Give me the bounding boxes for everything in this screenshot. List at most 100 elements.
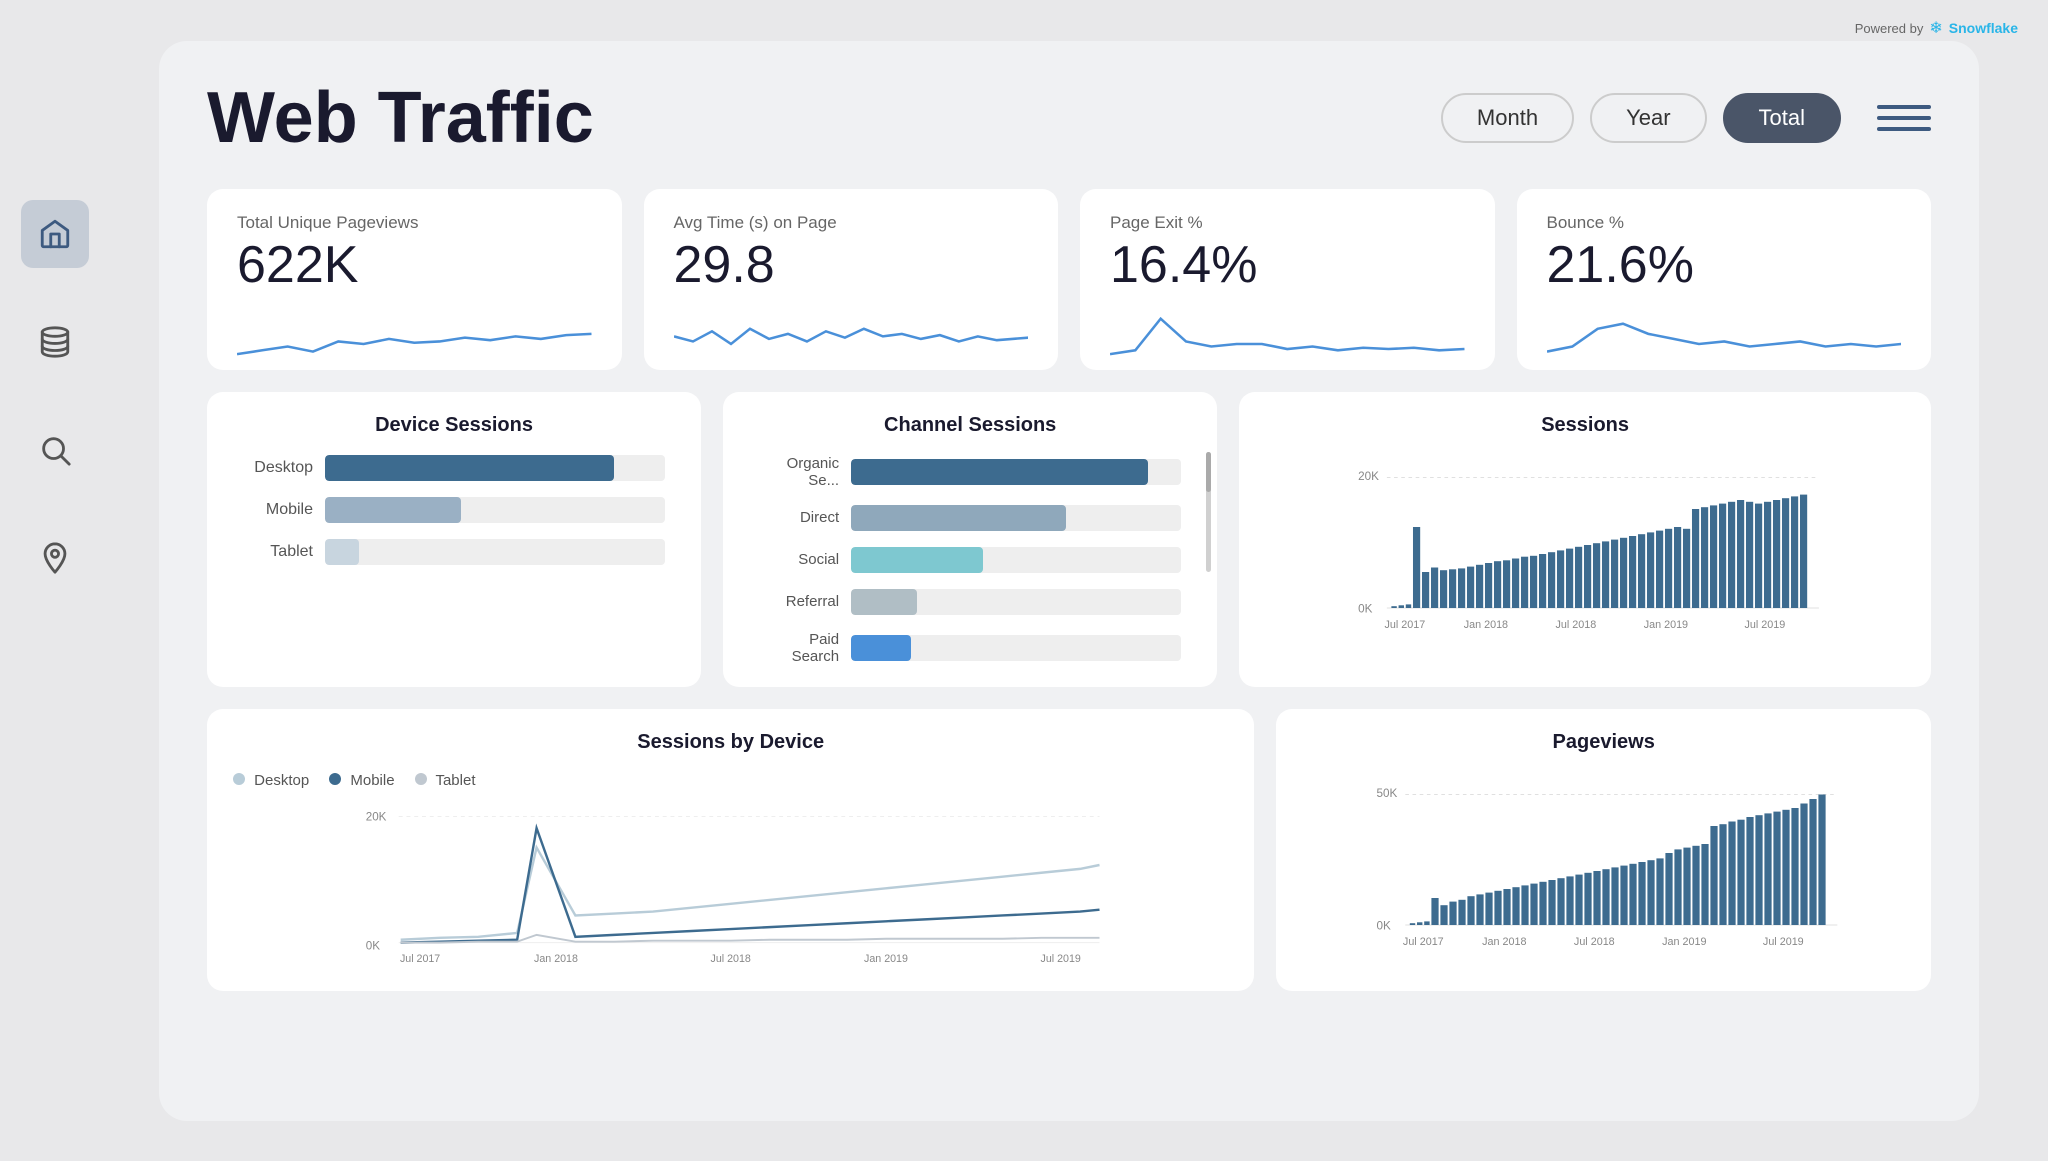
kpi-avgtime-label: Avg Time (s) on Page bbox=[674, 213, 1029, 233]
svg-text:20K: 20K bbox=[366, 810, 387, 823]
sessions-by-device-card: Sessions by Device Desktop Mobile Tablet… bbox=[207, 709, 1254, 991]
hbar-tablet-label: Tablet bbox=[243, 543, 313, 561]
sparkline-bounce-svg bbox=[1547, 306, 1902, 367]
filter-total[interactable]: Total bbox=[1723, 93, 1841, 143]
kpi-bounce-value: 21.6% bbox=[1547, 237, 1902, 294]
pageviews-card: Pageviews 50K 0K bbox=[1276, 709, 1931, 991]
legend-tablet: Tablet bbox=[415, 772, 476, 789]
kpi-bounce-sparkline bbox=[1547, 306, 1902, 354]
sidebar bbox=[0, 0, 110, 1161]
sidebar-item-database[interactable] bbox=[21, 308, 89, 376]
kpi-avgtime-sparkline bbox=[674, 306, 1029, 354]
brand-name: snowflake bbox=[1949, 20, 2018, 36]
kpi-pageviews-sparkline bbox=[237, 306, 592, 354]
kpi-pageexit-value: 16.4% bbox=[1110, 237, 1465, 294]
hbar-referral-fill bbox=[851, 589, 917, 615]
page-title: Web Traffic bbox=[207, 77, 1441, 159]
home-icon bbox=[38, 217, 72, 251]
svg-text:Jul 2018: Jul 2018 bbox=[1556, 618, 1597, 630]
kpi-pageexit-label: Page Exit % bbox=[1110, 213, 1465, 233]
database-icon bbox=[38, 325, 72, 359]
kpi-bounce: Bounce % 21.6% bbox=[1517, 189, 1932, 370]
device-sessions-title: Device Sessions bbox=[233, 414, 675, 437]
location-icon bbox=[38, 541, 72, 575]
charts-row: Device Sessions Desktop Mobile Tablet bbox=[207, 392, 1931, 687]
legend-dot-tablet bbox=[415, 773, 427, 785]
kpi-avgtime-value: 29.8 bbox=[674, 237, 1029, 294]
legend-tablet-label: Tablet bbox=[435, 772, 475, 789]
powered-by-text: Powered by bbox=[1855, 21, 1924, 36]
hbar-mobile-track bbox=[325, 497, 665, 523]
kpi-row: Total Unique Pageviews 622K Avg Time (s)… bbox=[207, 189, 1931, 370]
svg-text:Jan 2019: Jan 2019 bbox=[864, 953, 908, 964]
channel-sessions-bars: Organic Se... Direct Social bbox=[749, 455, 1191, 665]
svg-text:Jul 2019: Jul 2019 bbox=[1745, 618, 1786, 630]
hbar-paidsearch-track bbox=[851, 635, 1181, 661]
kpi-pageviews-value: 622K bbox=[237, 237, 592, 294]
sessions-by-device-chart: 20K 0K Jul 2017 Jan 2018 Jul 2018 Jan 20… bbox=[233, 799, 1228, 964]
svg-text:Jul 2017: Jul 2017 bbox=[400, 953, 440, 964]
sparkline-svg bbox=[237, 306, 592, 367]
svg-text:50K: 50K bbox=[1377, 787, 1398, 800]
svg-text:0K: 0K bbox=[1358, 602, 1373, 615]
hbar-referral-track bbox=[851, 589, 1181, 615]
kpi-avgtime: Avg Time (s) on Page 29.8 bbox=[644, 189, 1059, 370]
snowflake-icon: ❄ bbox=[1929, 18, 1942, 38]
sidebar-item-home[interactable] bbox=[21, 200, 89, 268]
svg-text:Jul 2019: Jul 2019 bbox=[1763, 935, 1804, 947]
svg-text:Jan 2018: Jan 2018 bbox=[1464, 618, 1508, 630]
legend-mobile-label: Mobile bbox=[350, 772, 394, 789]
hbar-social-track bbox=[851, 547, 1181, 573]
sessions-bar-chart: 20K 0K bbox=[1265, 455, 1905, 635]
filter-buttons: Month Year Total bbox=[1441, 93, 1931, 143]
sparkline-pageexit-svg bbox=[1110, 306, 1465, 367]
svg-text:20K: 20K bbox=[1358, 470, 1379, 483]
sidebar-item-location[interactable] bbox=[21, 524, 89, 592]
menu-button[interactable] bbox=[1877, 96, 1931, 140]
legend-dot-desktop bbox=[233, 773, 245, 785]
hbar-mobile-fill bbox=[325, 497, 461, 523]
hbar-direct-fill bbox=[851, 505, 1066, 531]
hbar-referral: Referral bbox=[759, 589, 1181, 615]
kpi-bounce-label: Bounce % bbox=[1547, 213, 1902, 233]
powered-by: Powered by ❄ snowflake bbox=[1855, 18, 2018, 38]
svg-text:Jul 2019: Jul 2019 bbox=[1041, 953, 1081, 964]
hbar-mobile: Mobile bbox=[243, 497, 665, 523]
filter-year[interactable]: Year bbox=[1590, 93, 1706, 143]
hbar-organic-fill bbox=[851, 459, 1148, 485]
svg-text:0K: 0K bbox=[366, 939, 380, 952]
hbar-referral-label: Referral bbox=[759, 593, 839, 610]
sessions-by-device-title: Sessions by Device bbox=[233, 731, 1228, 754]
filter-month[interactable]: Month bbox=[1441, 93, 1574, 143]
svg-text:Jan 2019: Jan 2019 bbox=[1663, 935, 1707, 947]
channel-sessions-title: Channel Sessions bbox=[749, 414, 1191, 437]
legend-desktop: Desktop bbox=[233, 772, 309, 789]
kpi-pageexit-sparkline bbox=[1110, 306, 1465, 354]
sparkline-avgtime-svg bbox=[674, 306, 1029, 367]
hbar-paidsearch: Paid Search bbox=[759, 631, 1181, 665]
hbar-tablet-fill bbox=[325, 539, 359, 565]
hbar-mobile-label: Mobile bbox=[243, 501, 313, 519]
hbar-direct-track bbox=[851, 505, 1181, 531]
svg-text:Jan 2018: Jan 2018 bbox=[534, 953, 578, 964]
kpi-pageviews-label: Total Unique Pageviews bbox=[237, 213, 592, 233]
svg-text:0K: 0K bbox=[1377, 919, 1392, 932]
legend-dot-mobile bbox=[329, 773, 341, 785]
hbar-organic-track bbox=[851, 459, 1181, 485]
svg-text:Jul 2018: Jul 2018 bbox=[711, 953, 751, 964]
hbar-tablet: Tablet bbox=[243, 539, 665, 565]
device-sessions-bars: Desktop Mobile Tablet bbox=[233, 455, 675, 565]
legend-desktop-label: Desktop bbox=[254, 772, 309, 789]
svg-text:Jul 2017: Jul 2017 bbox=[1403, 935, 1444, 947]
sessions-by-device-legend: Desktop Mobile Tablet bbox=[233, 772, 1228, 789]
svg-text:Jan 2018: Jan 2018 bbox=[1483, 935, 1527, 947]
device-sessions-card: Device Sessions Desktop Mobile Tablet bbox=[207, 392, 701, 687]
main-dashboard: Web Traffic Month Year Total Total Uniqu… bbox=[159, 41, 1979, 1121]
hbar-desktop-track bbox=[325, 455, 665, 481]
hbar-social: Social bbox=[759, 547, 1181, 573]
kpi-pageexit: Page Exit % 16.4% bbox=[1080, 189, 1495, 370]
hbar-desktop-fill bbox=[325, 455, 614, 481]
pageviews-title: Pageviews bbox=[1302, 731, 1905, 754]
dashboard-header: Web Traffic Month Year Total bbox=[207, 77, 1931, 159]
sidebar-item-search[interactable] bbox=[21, 416, 89, 484]
